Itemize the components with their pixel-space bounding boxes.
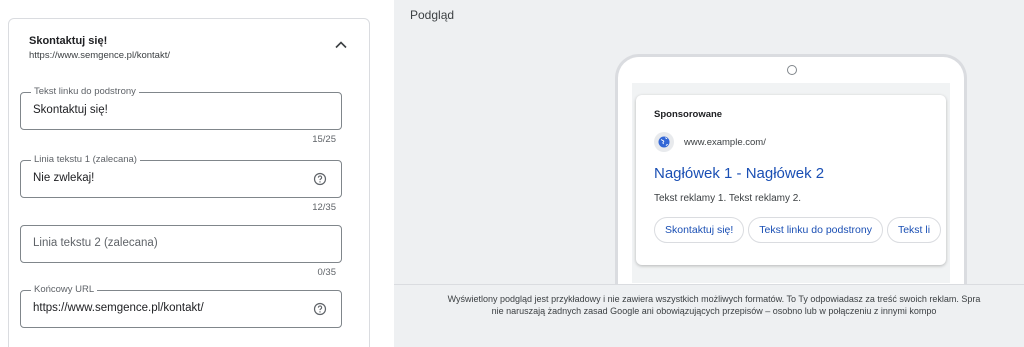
field-placeholder: Linia tekstu 2 (zalecana) (33, 237, 158, 249)
char-counter: 12/35 (312, 202, 336, 213)
globe-icon (654, 132, 674, 152)
field-value: Skontaktuj się! (33, 104, 108, 116)
camera-icon (787, 65, 797, 75)
sitelink-chip[interactable]: Skontaktuj się! (654, 217, 745, 243)
char-counter: 15/25 (312, 134, 336, 145)
ad-domain: www.example.com/ (684, 137, 766, 148)
field-label: Linia tekstu 1 (zalecana) (31, 154, 140, 166)
field-value: https://www.semgence.pl/kontakt/ (33, 302, 204, 314)
sitelink-chip[interactable]: Tekst linku do podstrony (748, 217, 883, 243)
field-label: Tekst linku do podstrony (31, 86, 139, 98)
sitelink-chips: Skontaktuj się! Tekst linku do podstrony T… (654, 217, 946, 245)
phone-mockup: Sponsorowane www.example.com/ Nagłówek 1… (615, 54, 967, 284)
ad-headline[interactable]: Nagłówek 1 - Nagłówek 2 (654, 165, 824, 182)
disclaimer-line: nie naruszają żadnych zasad Google ani o… (491, 306, 937, 316)
sitelink-url: https://www.semgence.pl/kontakt/ (29, 50, 170, 61)
help-icon[interactable] (313, 172, 327, 186)
description-line-2-field[interactable]: Linia tekstu 2 (zalecana) (20, 225, 342, 263)
ad-preview-card: Sponsorowane www.example.com/ Nagłówek 1… (636, 95, 946, 265)
divider (394, 284, 1024, 285)
field-value: Nie zwlekaj! (33, 172, 95, 184)
sponsored-label: Sponsorowane (654, 109, 723, 120)
disclaimer: Wyświetlony podgląd jest przykładowy i n… (404, 293, 1024, 317)
char-counter: 0/35 (317, 267, 337, 278)
ad-description: Tekst reklamy 1. Tekst reklamy 2. (654, 193, 802, 204)
disclaimer-line: Wyświetlony podgląd jest przykładowy i n… (447, 294, 981, 304)
phone-screen: Sponsorowane www.example.com/ Nagłówek 1… (632, 83, 950, 283)
description-line-1-field[interactable]: Linia tekstu 1 (zalecana) Nie zwlekaj! (20, 154, 342, 198)
chevron-up-icon[interactable] (333, 37, 349, 53)
preview-title: Podgląd (410, 8, 455, 22)
sitelink-title: Skontaktuj się! (29, 35, 108, 47)
help-icon[interactable] (313, 302, 327, 316)
field-label: Końcowy URL (31, 284, 98, 296)
sitelink-text-field[interactable]: Tekst linku do podstrony Skontaktuj się! (20, 86, 342, 130)
sitelink-chip[interactable]: Tekst li (886, 217, 942, 243)
final-url-field[interactable]: Końcowy URL https://www.semgence.pl/kont… (20, 284, 342, 328)
